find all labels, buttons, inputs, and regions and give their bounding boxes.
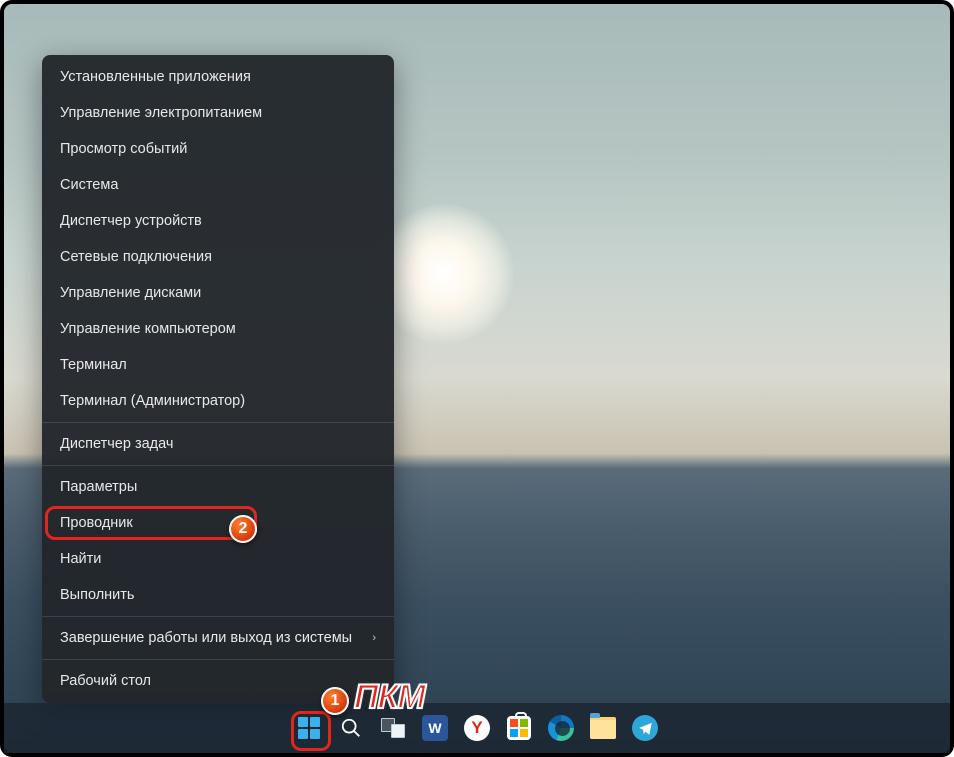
taskbar-store-button[interactable]: [505, 714, 533, 742]
menu-item[interactable]: Сетевые подключения: [42, 239, 394, 275]
menu-item[interactable]: Диспетчер устройств: [42, 203, 394, 239]
menu-item-label: Управление дисками: [60, 284, 201, 302]
menu-item-label: Просмотр событий: [60, 140, 187, 158]
menu-separator: [42, 659, 394, 660]
start-context-menu: Установленные приложения Управление элект…: [42, 55, 394, 703]
taskbar-edge-button[interactable]: [547, 714, 575, 742]
menu-item[interactable]: Управление электропитанием: [42, 95, 394, 131]
menu-item-label: Завершение работы или выход из системы: [60, 629, 352, 647]
menu-item-label: Управление электропитанием: [60, 104, 262, 122]
menu-item-label: Проводник: [60, 514, 133, 532]
menu-item[interactable]: Проводник: [42, 505, 394, 541]
windows-start-icon: [298, 717, 320, 739]
menu-item-label: Система: [60, 176, 118, 194]
taskbar-explorer-button[interactable]: [589, 714, 617, 742]
menu-item[interactable]: Просмотр событий: [42, 131, 394, 167]
menu-item[interactable]: Управление дисками: [42, 275, 394, 311]
taskbar-yandex-button[interactable]: Y: [463, 714, 491, 742]
taskbar-taskview-button[interactable]: [379, 714, 407, 742]
menu-item-label: Найти: [60, 550, 101, 568]
menu-item[interactable]: Выполнить: [42, 577, 394, 613]
menu-item-label: Диспетчер устройств: [60, 212, 202, 230]
wallpaper-sun: [374, 204, 514, 344]
menu-item[interactable]: Найти: [42, 541, 394, 577]
menu-item-label: Сетевые подключения: [60, 248, 212, 266]
menu-item[interactable]: Завершение работы или выход из системы ›: [42, 620, 394, 656]
menu-separator: [42, 422, 394, 423]
taskbar-telegram-button[interactable]: [631, 714, 659, 742]
desktop: Установленные приложения Управление элект…: [0, 0, 954, 757]
menu-item[interactable]: Терминал: [42, 347, 394, 383]
menu-item-label: Параметры: [60, 478, 137, 496]
menu-separator: [42, 465, 394, 466]
menu-item[interactable]: Терминал (Администратор): [42, 383, 394, 419]
menu-item-label: Терминал (Администратор): [60, 392, 245, 410]
menu-item[interactable]: Диспетчер задач: [42, 426, 394, 462]
word-icon: W: [422, 715, 448, 741]
annotation-badge-2: 2: [229, 515, 257, 543]
task-view-icon: [381, 718, 405, 738]
menu-item[interactable]: Установленные приложения: [42, 59, 394, 95]
menu-item-label: Рабочий стол: [60, 672, 151, 690]
menu-item-label: Управление компьютером: [60, 320, 236, 338]
taskbar: WY: [4, 703, 950, 753]
file-explorer-icon: [590, 717, 616, 739]
menu-item-label: Выполнить: [60, 586, 134, 604]
telegram-icon: [632, 715, 658, 741]
taskbar-search-button[interactable]: [337, 714, 365, 742]
annotation-rmb-label: ПКМ: [354, 678, 425, 717]
menu-item[interactable]: Управление компьютером: [42, 311, 394, 347]
menu-item-label: Терминал: [60, 356, 127, 374]
menu-item[interactable]: Система: [42, 167, 394, 203]
menu-item-label: Диспетчер задач: [60, 435, 173, 453]
menu-separator: [42, 616, 394, 617]
ms-store-icon: [507, 716, 531, 740]
edge-icon: [548, 715, 574, 741]
annotation-badge-1: 1: [321, 687, 349, 715]
search-icon: [340, 717, 362, 739]
taskbar-start-button[interactable]: [295, 714, 323, 742]
chevron-right-icon: ›: [372, 629, 376, 647]
taskbar-word-button[interactable]: W: [421, 714, 449, 742]
menu-item-label: Установленные приложения: [60, 68, 251, 86]
yandex-icon: Y: [464, 715, 490, 741]
menu-item[interactable]: Параметры: [42, 469, 394, 505]
